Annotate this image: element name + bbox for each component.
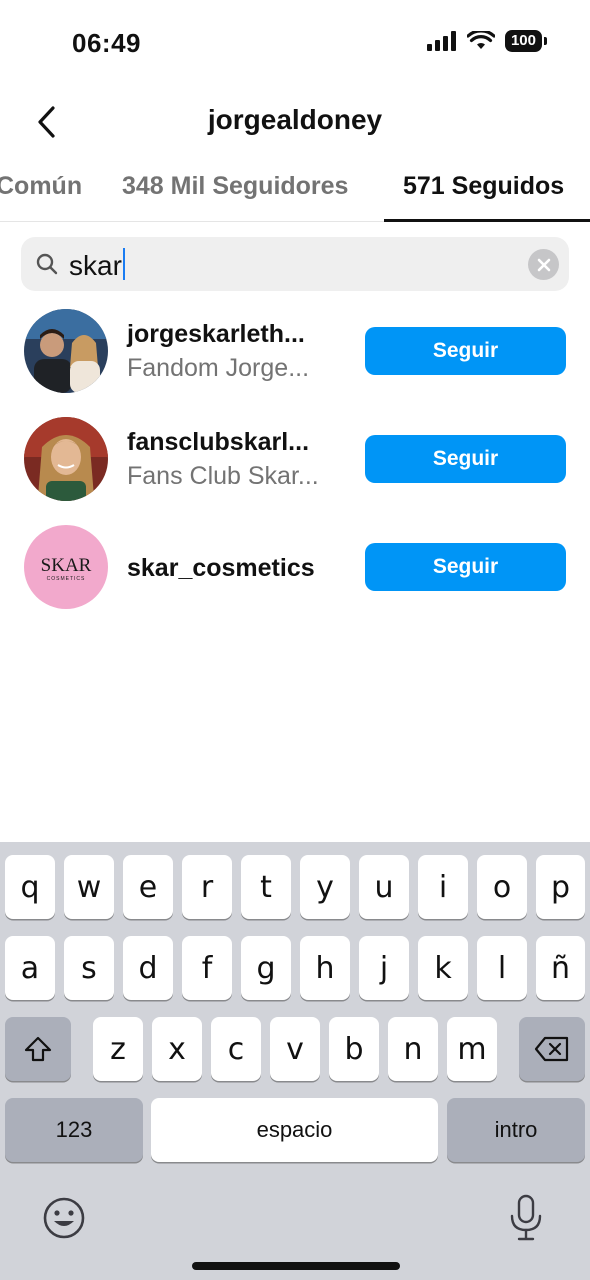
brand-logo-text: SKAR <box>41 555 92 576</box>
cellular-signal-icon <box>426 31 456 51</box>
clear-search-button[interactable] <box>528 249 559 280</box>
numbers-key[interactable]: 123 <box>5 1098 143 1162</box>
follow-button[interactable]: Seguir <box>365 327 566 375</box>
follow-button[interactable]: Seguir <box>365 435 566 483</box>
key-m[interactable]: m <box>447 1017 497 1081</box>
key-v[interactable]: v <box>270 1017 320 1081</box>
tab-following[interactable]: 571 Seguidos <box>403 172 564 201</box>
key-p[interactable]: p <box>536 855 585 919</box>
shift-icon <box>24 1036 52 1062</box>
backspace-icon <box>534 1036 569 1062</box>
list-item[interactable]: SKAR COSMETICS skar_cosmetics Seguir <box>0 512 590 620</box>
key-d[interactable]: d <box>123 936 173 1000</box>
status-bar: 06:49 100 <box>0 0 590 88</box>
key-t[interactable]: t <box>241 855 291 919</box>
key-w[interactable]: w <box>64 855 114 919</box>
key-c[interactable]: c <box>211 1017 261 1081</box>
wifi-icon <box>466 31 495 49</box>
home-indicator[interactable] <box>192 1262 400 1270</box>
status-icons: 100 <box>426 30 548 52</box>
search-icon <box>36 253 58 275</box>
search-input-text: skar <box>69 250 122 281</box>
key-l[interactable]: l <box>477 936 527 1000</box>
list-item[interactable]: fansclubskarl... Fans Club Skar... Segui… <box>0 404 590 512</box>
return-key[interactable]: intro <box>447 1098 585 1162</box>
key-x[interactable]: x <box>152 1017 202 1081</box>
result-fullname: Fans Club Skar... <box>127 462 319 490</box>
space-key[interactable]: espacio <box>151 1098 438 1162</box>
follow-button[interactable]: Seguir <box>365 543 566 591</box>
key-s[interactable]: s <box>64 936 114 1000</box>
key-b[interactable]: b <box>329 1017 379 1081</box>
key-k[interactable]: k <box>418 936 468 1000</box>
key-n-tilde[interactable]: ñ <box>536 936 585 1000</box>
microphone-icon <box>510 1194 542 1241</box>
emoji-button[interactable] <box>42 1196 86 1240</box>
key-h[interactable]: h <box>300 936 350 1000</box>
avatar[interactable] <box>24 417 108 501</box>
key-q[interactable]: q <box>5 855 55 919</box>
key-n[interactable]: n <box>388 1017 438 1081</box>
result-username[interactable]: fansclubskarl... <box>127 428 309 457</box>
key-g[interactable]: g <box>241 936 291 1000</box>
search-input[interactable]: skar <box>69 248 125 282</box>
brand-logo-subtext: COSMETICS <box>47 576 86 582</box>
key-r[interactable]: r <box>182 855 232 919</box>
profile-header: jorgealdoney <box>0 90 590 154</box>
result-fullname: Fandom Jorge... <box>127 354 310 382</box>
close-icon <box>537 258 550 271</box>
key-u[interactable]: u <box>359 855 409 919</box>
page-title: jorgealdoney <box>207 104 383 135</box>
profile-tabs: Común 348 Mil Seguidores 571 Seguidos <box>0 160 590 222</box>
shift-key[interactable] <box>5 1017 71 1081</box>
tab-common[interactable]: Común <box>0 172 82 201</box>
result-username[interactable]: skar_cosmetics <box>127 554 315 583</box>
key-i[interactable]: i <box>418 855 468 919</box>
text-cursor <box>122 248 125 280</box>
key-o[interactable]: o <box>477 855 527 919</box>
dictation-button[interactable] <box>508 1194 544 1242</box>
status-time: 06:49 <box>72 28 141 58</box>
active-tab-indicator <box>384 219 590 222</box>
key-y[interactable]: y <box>300 855 350 919</box>
avatar[interactable] <box>24 309 108 393</box>
key-f[interactable]: f <box>182 936 232 1000</box>
emoji-icon <box>43 1197 85 1239</box>
tab-followers[interactable]: 348 Mil Seguidores <box>122 172 348 201</box>
key-j[interactable]: j <box>359 936 409 1000</box>
delete-key[interactable] <box>519 1017 585 1081</box>
list-item[interactable]: jorgeskarleth... Fandom Jorge... Seguir <box>0 296 590 404</box>
avatar[interactable]: SKAR COSMETICS <box>24 525 108 609</box>
key-e[interactable]: e <box>123 855 173 919</box>
keyboard: q w e r t y u i o p a s d f g h j k l ñ … <box>0 842 590 1280</box>
result-username[interactable]: jorgeskarleth... <box>127 320 305 349</box>
key-a[interactable]: a <box>5 936 55 1000</box>
key-z[interactable]: z <box>93 1017 143 1081</box>
search-bar[interactable]: skar <box>21 237 569 291</box>
battery-indicator: 100 <box>504 30 548 52</box>
